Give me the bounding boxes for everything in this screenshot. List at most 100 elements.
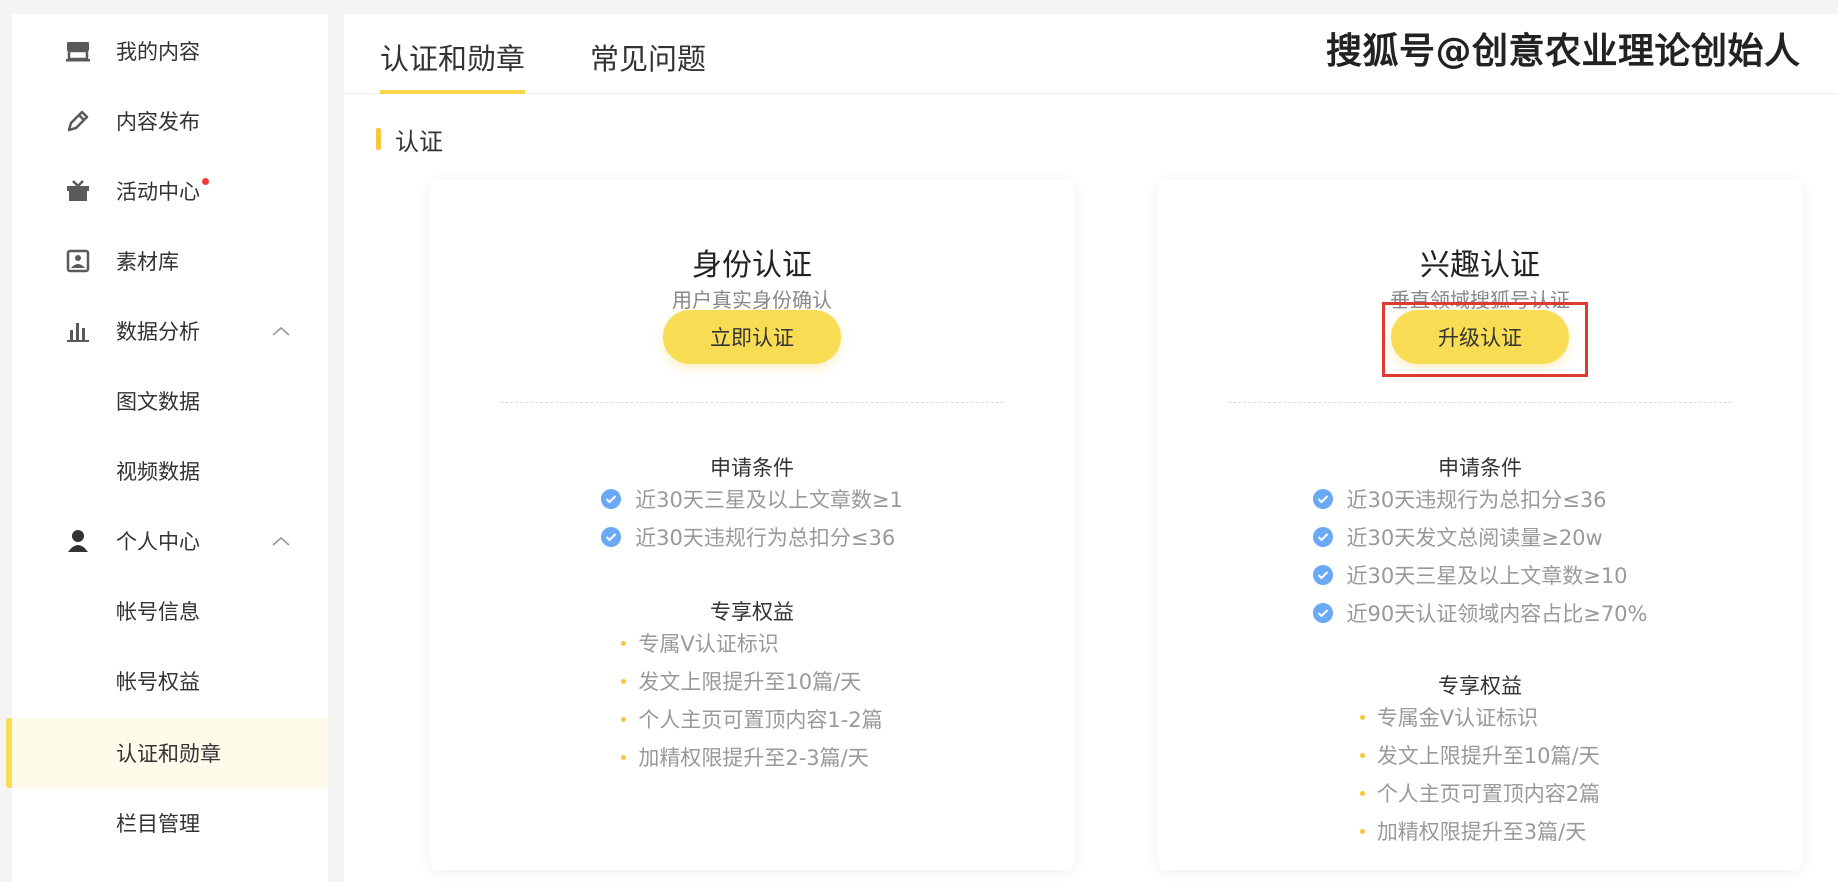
sidebar-item-label: 数据分析 (116, 320, 200, 344)
check-circle-icon (601, 489, 622, 509)
pencil-icon (64, 107, 92, 135)
sidebar-item-label: 个人中心 (116, 530, 200, 554)
benefits-list: 专属V认证标识 发文上限提升至10篇/天 个人主页可置顶内容1-2篇 加精权限提… (430, 624, 1074, 776)
section-title-text: 认证 (395, 127, 443, 156)
bullet-dot (1359, 714, 1365, 720)
condition-item: 近30天违规行为总扣分≤36 (601, 518, 903, 556)
image-library-icon (64, 247, 92, 275)
section-accent-bar (376, 128, 381, 150)
highlight-box (1382, 302, 1588, 377)
bullet-dot (621, 678, 627, 684)
tab-verification[interactable]: 认证和勋章 (380, 36, 526, 94)
condition-text: 近30天违规行为总扣分≤36 (635, 526, 896, 550)
main-content: 认证和勋章 常见问题 搜狐号@创意农业理论创始人 认证 身份认证 用户真实身份确… (344, 14, 1838, 882)
store-icon (64, 37, 92, 65)
sidebar-item-my-content[interactable]: 我的内容 (12, 16, 328, 86)
dashed-divider (1228, 402, 1732, 403)
benefit-item: 专属金V认证标识 (1359, 698, 1600, 736)
condition-text: 近30天三星及以上文章数≥1 (635, 488, 903, 512)
gift-icon (64, 177, 92, 205)
notification-dot (202, 178, 209, 185)
chevron-up-icon[interactable] (270, 324, 292, 338)
check-circle-icon (1312, 527, 1333, 547)
identity-verification-card: 身份认证 用户真实身份确认 立即认证 申请条件 近30天三星及以上文章数≥1 近… (430, 180, 1074, 870)
section-title: 认证 (376, 124, 443, 156)
sidebar-item-label: 我的内容 (116, 40, 200, 64)
condition-item: 近30天违规行为总扣分≤36 (1312, 480, 1648, 518)
user-icon (64, 527, 92, 555)
benefit-item: 专属V认证标识 (621, 624, 882, 662)
conditions-list: 近30天三星及以上文章数≥1 近30天违规行为总扣分≤36 (430, 480, 1074, 556)
sidebar-item-label: 帐号信息 (116, 600, 200, 624)
benefit-item: 个人主页可置顶内容2篇 (1359, 774, 1601, 812)
sidebar-item-label: 素材库 (116, 250, 179, 274)
sidebar-item-label: 内容发布 (116, 110, 200, 134)
benefits-list: 专属金V认证标识 发文上限提升至10篇/天 个人主页可置顶内容2篇 加精权限提升… (1158, 698, 1802, 850)
benefit-text: 加精权限提升至3篇/天 (1376, 820, 1587, 844)
check-circle-icon (1312, 603, 1333, 623)
verify-now-button[interactable]: 立即认证 (663, 310, 841, 364)
sidebar-item-column-management[interactable]: 栏目管理 (12, 788, 328, 858)
card-subtitle: 用户真实身份确认 (672, 288, 832, 312)
condition-text: 近30天违规行为总扣分≤36 (1346, 488, 1607, 512)
check-circle-icon (1312, 489, 1333, 509)
conditions-list: 近30天违规行为总扣分≤36 近30天发文总阅读量≥20w 近30天三星及以上文… (1158, 480, 1802, 632)
condition-text: 近90天认证领域内容占比≥70% (1346, 602, 1648, 626)
watermark: 搜狐号@创意农业理论创始人 (1326, 31, 1801, 72)
benefits-heading: 专享权益 (1438, 674, 1522, 698)
benefit-item: 加精权限提升至2-3篇/天 (621, 738, 882, 776)
sidebar-item-label: 活动中心 (116, 180, 200, 204)
condition-item: 近30天三星及以上文章数≥1 (601, 480, 903, 518)
conditions-heading: 申请条件 (1438, 456, 1522, 480)
sidebar-item-article-data[interactable]: 图文数据 (12, 366, 328, 436)
card-title: 身份认证 (692, 248, 812, 283)
bullet-dot (1359, 752, 1365, 758)
sidebar-item-video-data[interactable]: 视频数据 (12, 436, 328, 506)
conditions-heading: 申请条件 (710, 456, 794, 480)
benefit-text: 个人主页可置顶内容1-2篇 (638, 708, 883, 732)
check-circle-icon (601, 527, 622, 547)
benefit-text: 专属V认证标识 (638, 632, 779, 656)
check-circle-icon (1312, 565, 1333, 585)
sidebar: 我的内容 内容发布 活动中心 素材库 数据分析 图文数据 视频数据 个人中心 帐… (6, 14, 328, 882)
sidebar-item-personal-center[interactable]: 个人中心 (12, 506, 328, 576)
sidebar-item-label: 视频数据 (116, 460, 200, 484)
benefit-text: 加精权限提升至2-3篇/天 (638, 746, 869, 770)
bullet-dot (621, 640, 627, 646)
bullet-dot (621, 754, 627, 760)
benefits-heading: 专享权益 (710, 600, 794, 624)
sidebar-item-analytics[interactable]: 数据分析 (12, 296, 328, 366)
tab-faq[interactable]: 常见问题 (590, 36, 706, 90)
bullet-dot (1359, 790, 1365, 796)
sidebar-item-publish[interactable]: 内容发布 (12, 86, 328, 156)
card-title: 兴趣认证 (1420, 248, 1540, 283)
benefit-text: 专属金V认证标识 (1376, 706, 1539, 730)
sidebar-item-account-rights[interactable]: 帐号权益 (12, 646, 328, 716)
benefit-item: 个人主页可置顶内容1-2篇 (621, 700, 883, 738)
sidebar-item-label: 栏目管理 (116, 812, 200, 836)
sidebar-item-activity[interactable]: 活动中心 (12, 156, 328, 226)
benefit-item: 发文上限提升至10篇/天 (1359, 736, 1600, 774)
bar-chart-icon (64, 317, 92, 345)
benefit-text: 发文上限提升至10篇/天 (1376, 744, 1600, 768)
bullet-dot (1359, 828, 1365, 834)
sidebar-item-label: 认证和勋章 (116, 742, 221, 766)
condition-item: 近30天三星及以上文章数≥10 (1312, 556, 1648, 594)
benefit-text: 发文上限提升至10篇/天 (638, 670, 862, 694)
benefit-item: 加精权限提升至3篇/天 (1359, 812, 1600, 850)
dashed-divider (500, 402, 1004, 403)
sidebar-item-label: 图文数据 (116, 390, 200, 414)
sidebar-item-label: 帐号权益 (116, 670, 200, 694)
condition-text: 近30天三星及以上文章数≥10 (1346, 564, 1628, 588)
sidebar-item-verification[interactable]: 认证和勋章 (6, 718, 328, 788)
benefit-item: 发文上限提升至10篇/天 (621, 662, 882, 700)
condition-text: 近30天发文总阅读量≥20w (1346, 526, 1603, 550)
sidebar-item-account-info[interactable]: 帐号信息 (12, 576, 328, 646)
bullet-dot (621, 716, 627, 722)
sidebar-item-materials[interactable]: 素材库 (12, 226, 328, 296)
benefit-text: 个人主页可置顶内容2篇 (1376, 782, 1601, 806)
chevron-up-icon[interactable] (270, 534, 292, 548)
interest-verification-card: 兴趣认证 垂直领域搜狐号认证 升级认证 申请条件 近30天违规行为总扣分≤36 … (1158, 180, 1802, 870)
condition-item: 近30天发文总阅读量≥20w (1312, 518, 1648, 556)
condition-item: 近90天认证领域内容占比≥70% (1312, 594, 1648, 632)
